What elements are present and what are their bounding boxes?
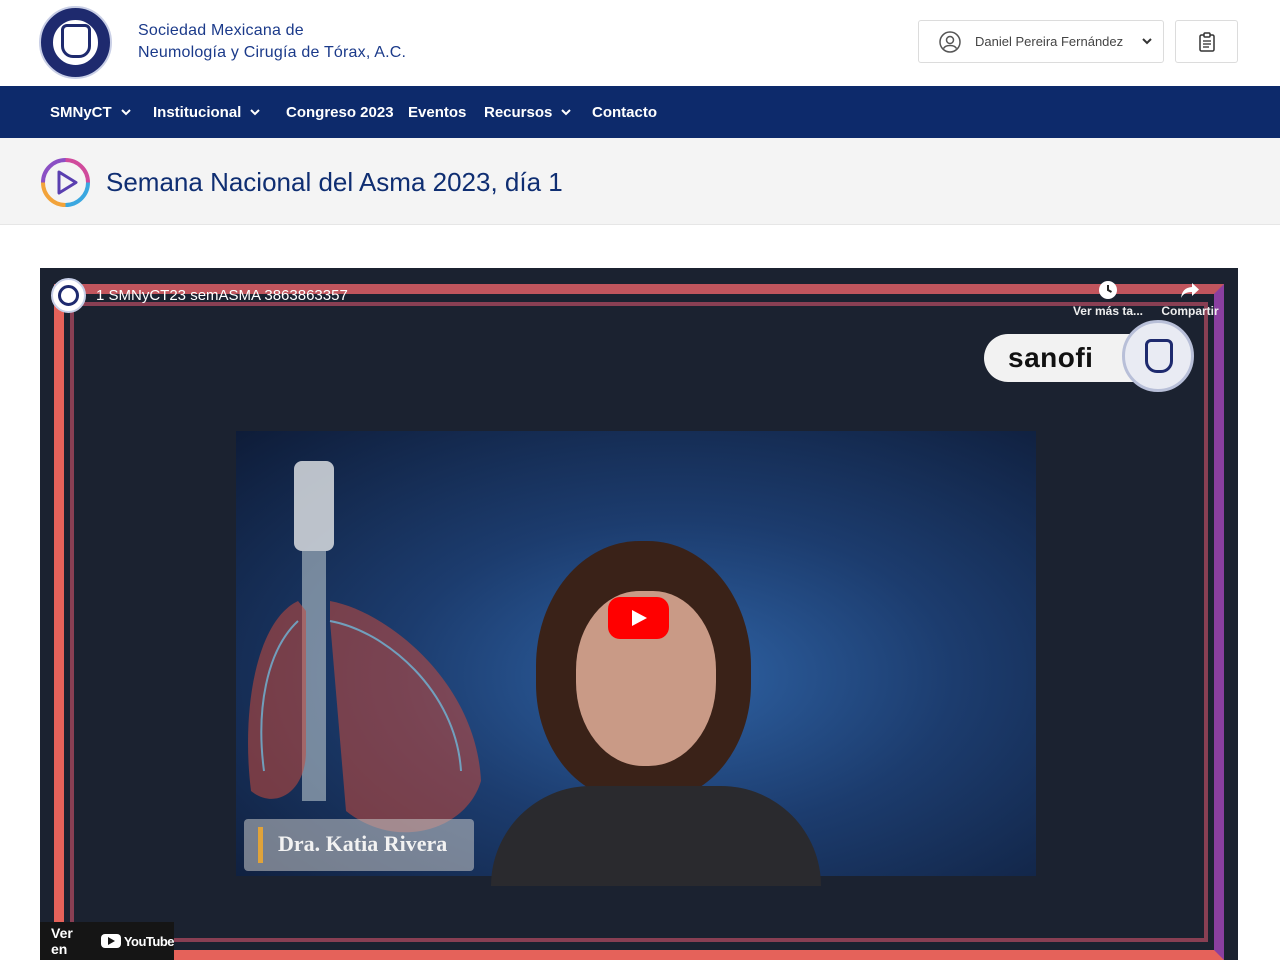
watch-later-label: Ver más ta...: [1072, 304, 1144, 318]
speaker-name-tag: Dra. Katia Rivera: [244, 819, 474, 871]
nav-item-label: Institucional: [153, 103, 242, 121]
speaker-body: [491, 786, 821, 886]
video-content: Dra. Katia Rivera: [236, 431, 1036, 886]
logo-emblem: [61, 24, 91, 58]
share-arrow-icon: [1181, 283, 1199, 298]
society-watermark-logo: [1122, 320, 1194, 392]
main-navigation: SMNyCT Institucional Congreso 2023 Event…: [0, 86, 1280, 138]
speaker-name: Dra. Katia Rivera: [278, 831, 448, 856]
nav-item-contacto[interactable]: Contacto: [592, 86, 657, 138]
sponsor-badge: sanofi: [984, 320, 1194, 392]
clipboard-icon: [1199, 32, 1215, 52]
page-title-band: Semana Nacional del Asma 2023, día 1: [0, 138, 1280, 225]
watch-on-label: Ver en: [51, 925, 73, 957]
nav-item-institucional[interactable]: Institucional: [153, 86, 261, 138]
user-menu-button[interactable]: Daniel Pereira Fernández: [918, 20, 1164, 63]
share-button[interactable]: Compartir: [1145, 280, 1235, 318]
user-avatar-icon: [939, 31, 961, 53]
nav-item-label: Eventos: [408, 103, 467, 121]
society-logo[interactable]: [39, 6, 112, 79]
nav-item-label: Recursos: [484, 103, 553, 121]
nav-item-label: Contacto: [592, 103, 657, 121]
chevron-down-icon: [250, 109, 261, 116]
clock-icon: [1099, 281, 1117, 299]
video-title[interactable]: 1 SMNyCT23 semASMA 3863863357: [96, 287, 348, 304]
org-name-line1: Sociedad Mexicana de: [138, 22, 304, 39]
nav-item-congreso[interactable]: Congreso 2023: [286, 86, 394, 138]
sponsor-name: sanofi: [1008, 342, 1094, 373]
page-title: Semana Nacional del Asma 2023, día 1: [106, 167, 563, 197]
site-header: Sociedad Mexicana de Neumología y Cirugí…: [0, 0, 1280, 86]
name-tag-accent: [258, 827, 263, 863]
youtube-play-icon: [100, 934, 121, 948]
clipboard-button[interactable]: [1175, 20, 1238, 63]
chevron-down-icon: [1142, 38, 1152, 45]
nav-item-label: SMNyCT: [50, 103, 112, 121]
channel-logo-icon: [58, 285, 79, 306]
watch-later-button[interactable]: Ver más ta...: [1063, 280, 1153, 318]
watch-on-youtube-button[interactable]: Ver en YouTube: [40, 922, 175, 960]
nav-item-recursos[interactable]: Recursos: [484, 86, 572, 138]
org-name-line2: Neumología y Cirugía de Tórax, A.C.: [138, 44, 407, 61]
nav-item-label: Congreso 2023: [286, 103, 394, 121]
channel-avatar[interactable]: [51, 278, 86, 313]
play-icon: [632, 610, 647, 626]
nav-item-eventos[interactable]: Eventos: [408, 86, 466, 138]
share-label: Compartir: [1161, 304, 1219, 318]
video-play-icon: [41, 158, 90, 207]
youtube-logo: YouTube: [100, 933, 175, 949]
video-player[interactable]: Dra. Katia Rivera 1 SMNyCT23 semASMA 386…: [40, 268, 1238, 960]
chevron-down-icon: [120, 109, 131, 116]
chevron-down-icon: [561, 109, 572, 116]
watermark-emblem: [1145, 339, 1173, 373]
organization-name[interactable]: Sociedad Mexicana de Neumología y Cirugí…: [138, 20, 406, 64]
play-button[interactable]: [608, 597, 669, 639]
lungs-illustration: [248, 461, 481, 833]
youtube-wordmark: YouTube: [123, 933, 175, 949]
nav-item-smnyct[interactable]: SMNyCT: [50, 86, 132, 138]
user-name: Daniel Pereira Fernández: [975, 34, 1124, 49]
